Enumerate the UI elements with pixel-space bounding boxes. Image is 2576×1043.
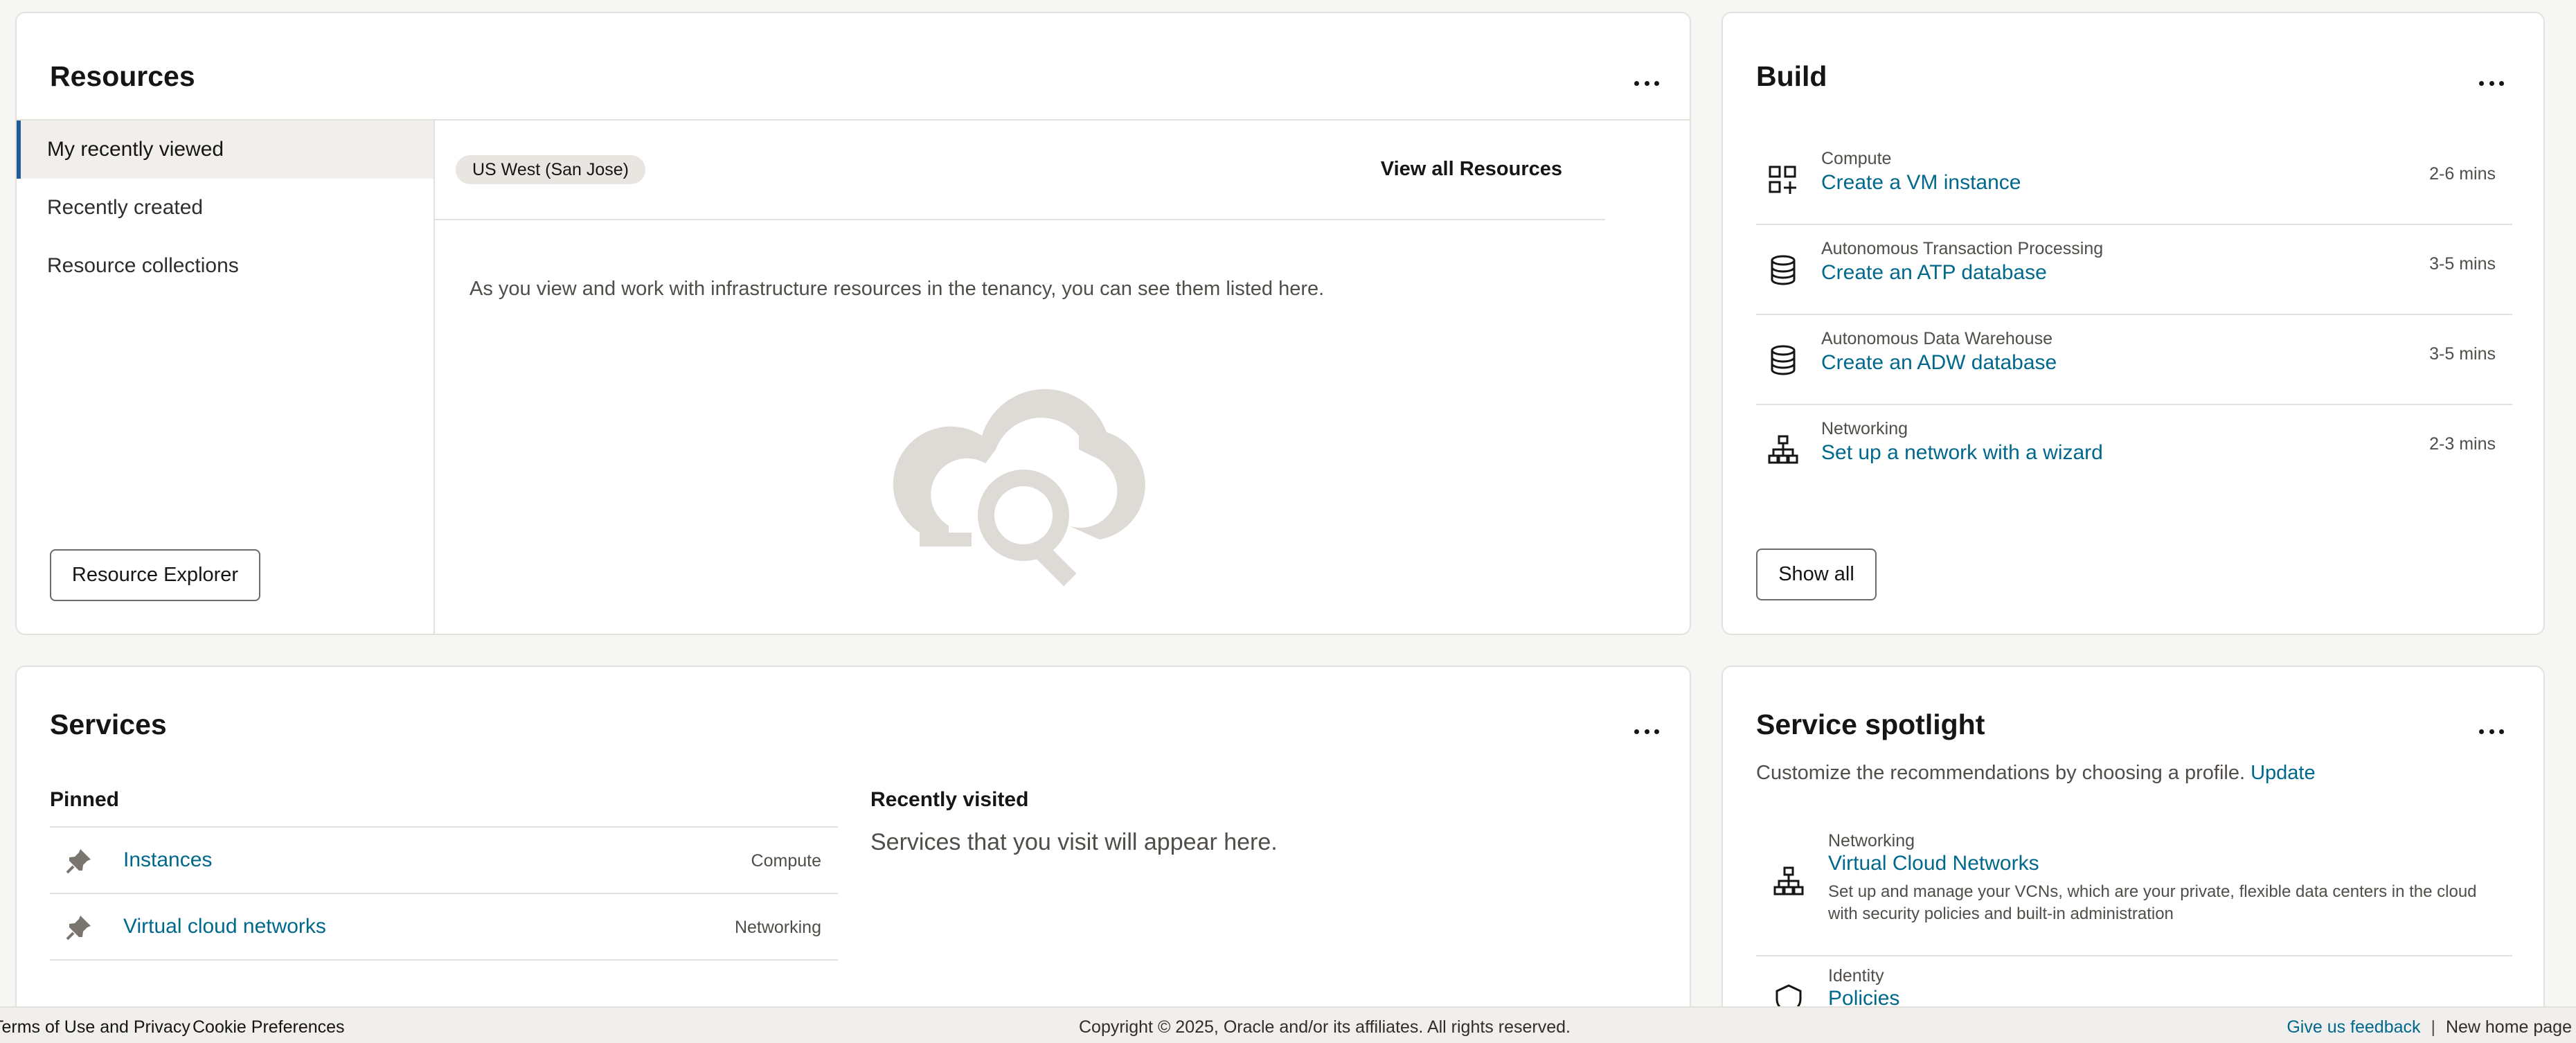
spotlight-item-category: Identity [1828,966,1884,986]
spotlight-description: Customize the recommendations by choosin… [1756,762,2316,785]
new-home-page-link[interactable]: New home page [2446,1017,2572,1037]
build-item-category: Networking [1821,419,1908,438]
create-atp-database-link[interactable]: Create an ATP database [1821,261,2047,285]
resource-explorer-button[interactable]: Resource Explorer [50,549,260,601]
instances-link[interactable]: Instances [123,848,212,872]
pinned-list: Instances Compute Virtual cloud networks… [50,826,838,961]
build-item: Compute Create a VM instance 2-6 mins [1756,135,2512,225]
cookie-preferences-link[interactable]: Cookie Preferences [193,1017,345,1037]
tab-recently-created[interactable]: Recently created [17,179,433,237]
pinned-category: Compute [751,851,821,871]
cloud-search-illustration-icon [893,389,1145,587]
pin-icon[interactable] [65,913,93,941]
build-item-time: 3-5 mins [2429,254,2496,274]
list-item: Virtual cloud networks Networking [50,894,838,961]
pinned-category: Networking [734,918,821,937]
pinned-heading: Pinned [50,788,120,811]
recently-visited-empty: Services that you visit will appear here… [870,829,1278,855]
spotlight-more-icon[interactable] [2475,721,2508,742]
resources-empty-message: As you view and work with infrastructure… [469,278,1325,300]
build-list: Compute Create a VM instance 2-6 mins Au… [1756,135,2512,495]
footer-right: Give us feedback | New home page [2287,1017,2572,1037]
create-adw-database-link[interactable]: Create an ADW database [1821,351,2057,375]
spotlight-item: Networking Virtual Cloud Networks Set up… [1756,821,2512,956]
spotlight-item-category: Networking [1828,831,1915,850]
build-item: Networking Set up a network with a wizar… [1756,405,2512,495]
services-title: Services [50,708,167,740]
database-icon [1771,255,1796,285]
recently-visited-heading: Recently visited [870,788,1029,811]
tab-my-recently-viewed[interactable]: My recently viewed [17,121,433,179]
show-all-button[interactable]: Show all [1756,549,1877,600]
copyright-text: Copyright © 2025, Oracle and/or its affi… [1079,1017,1571,1037]
resources-title: Resources [50,60,195,92]
setup-network-wizard-link[interactable]: Set up a network with a wizard [1821,441,2103,465]
spotlight-item-description: Set up and manage your VCNs, which are y… [1828,882,2477,923]
service-spotlight-card: Service spotlight Customize the recommen… [1721,666,2545,1043]
network-icon [1773,866,1804,895]
spotlight-title: Service spotlight [1756,708,1985,740]
virtual-cloud-networks-spotlight-link[interactable]: Virtual Cloud Networks [1828,852,2039,875]
resources-more-icon[interactable] [1630,73,1663,93]
resources-toolbar: US West (San Jose) View all Resources [435,121,1605,220]
grid-plus-icon [1769,166,1796,194]
update-profile-link[interactable]: Update [2251,762,2316,784]
build-title: Build [1756,60,1827,92]
build-item: Autonomous Transaction Processing Create… [1756,225,2512,315]
region-chip: US West (San Jose) [456,155,646,184]
footer: Terms of Use and Privacy Cookie Preferen… [0,1006,2576,1043]
spotlight-description-text: Customize the recommendations by choosin… [1756,762,2246,784]
build-item-time: 2-3 mins [2429,434,2496,454]
create-vm-instance-link[interactable]: Create a VM instance [1821,171,2021,195]
database-icon [1771,345,1796,375]
terms-of-use-link[interactable]: Terms of Use and Privacy [0,1017,190,1037]
network-icon [1768,435,1798,464]
build-item-category: Compute [1821,149,1892,168]
resources-card: Resources My recently viewed Recently cr… [15,12,1691,635]
pin-icon[interactable] [65,847,93,875]
virtual-cloud-networks-link[interactable]: Virtual cloud networks [123,915,326,938]
build-item-time: 3-5 mins [2429,344,2496,364]
services-card: Services Pinned Instances Compute Virtua… [15,666,1691,1043]
services-more-icon[interactable] [1630,721,1663,742]
build-item-category: Autonomous Data Warehouse [1821,329,2052,348]
list-item: Instances Compute [50,828,838,894]
resources-content: US West (San Jose) View all Resources As… [435,119,1690,634]
footer-separator: | [2431,1017,2435,1037]
view-all-resources-link[interactable]: View all Resources [1381,158,1562,181]
tab-resource-collections[interactable]: Resource collections [17,237,433,295]
build-card: Build Compute Create a VM instance 2-6 m… [1721,12,2545,635]
build-item: Autonomous Data Warehouse Create an ADW … [1756,315,2512,405]
build-item-time: 2-6 mins [2429,164,2496,184]
give-feedback-link[interactable]: Give us feedback [2287,1017,2420,1037]
build-more-icon[interactable] [2475,73,2508,93]
build-item-category: Autonomous Transaction Processing [1821,239,2104,258]
